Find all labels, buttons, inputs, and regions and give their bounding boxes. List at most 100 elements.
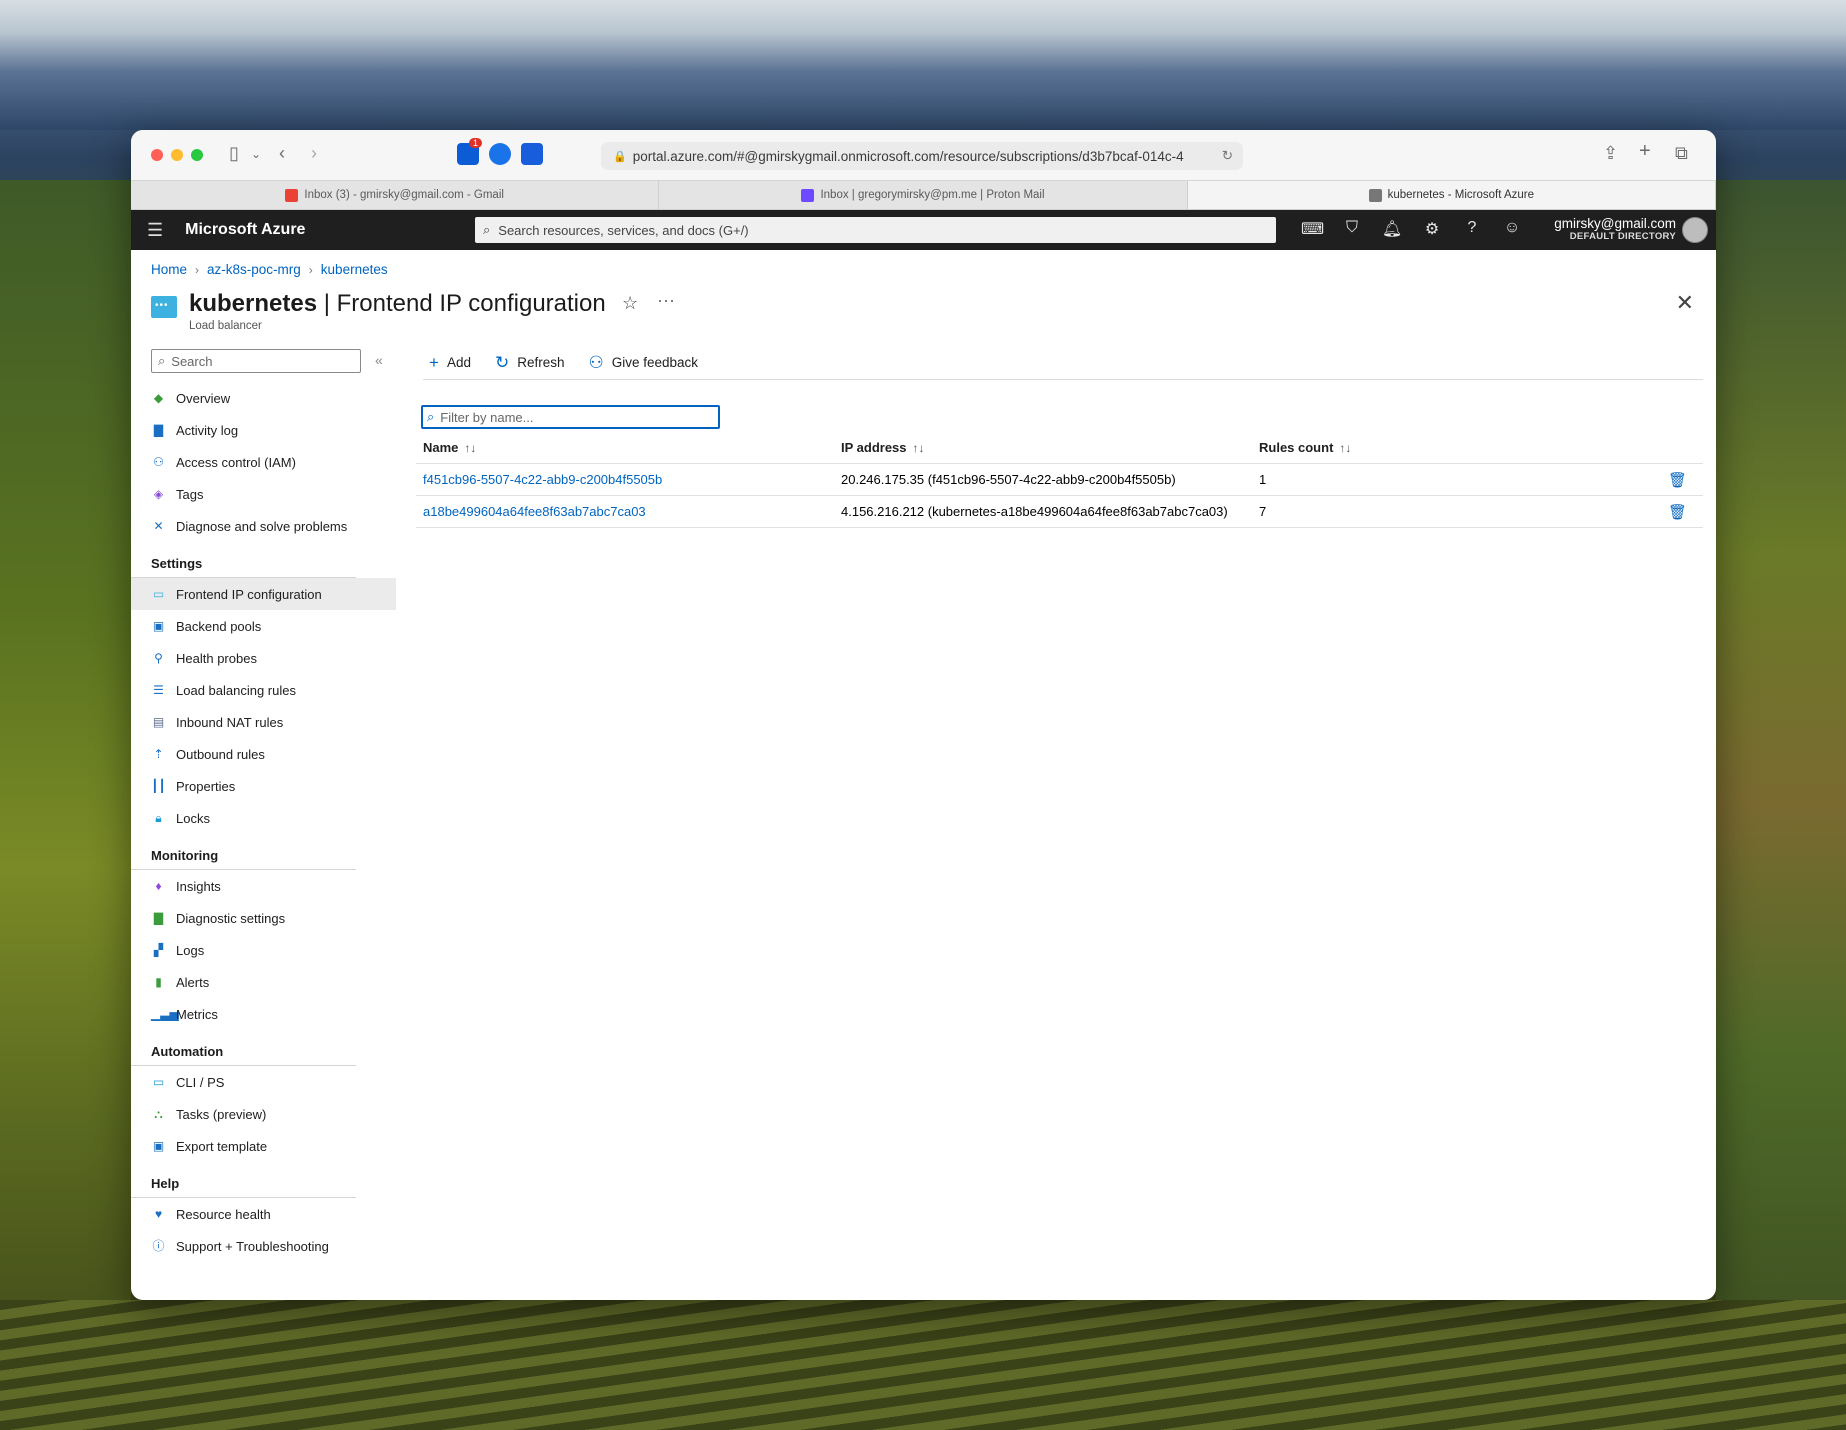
- iam-icon: ⚇: [153, 454, 164, 469]
- account-email: gmirsky@gmail.com: [1554, 216, 1676, 231]
- resource-menu: ◆ Overview ▇ Activity log ⚇ Access control …: [131, 382, 396, 1262]
- sidebar-item-outbound-rules[interactable]: ⇡ Outbound rules: [131, 738, 396, 770]
- page-title-resource: kubernetes: [189, 290, 318, 317]
- minimize-window-button[interactable]: [171, 149, 183, 161]
- sort-icon[interactable]: ↑↓: [913, 441, 925, 455]
- share-icon[interactable]: ⇪: [1603, 143, 1618, 164]
- sidebar-item-iam[interactable]: ⚇ Access control (IAM): [131, 446, 396, 478]
- tab-label: Inbox | gregorymirsky@pm.me | Proton Mai…: [820, 189, 1045, 201]
- frontend-ip-name-link[interactable]: f451cb96-5507-4c22-abb9-c200b4f5505b: [423, 472, 662, 487]
- plus-icon: +: [429, 352, 439, 372]
- sidebar-item-tasks[interactable]: ⛬ Tasks (preview): [131, 1098, 396, 1130]
- close-blade-icon[interactable]: ✕: [1676, 290, 1694, 316]
- sidebar-item-locks[interactable]: 🔒︎ Locks: [131, 802, 396, 834]
- sidebar-item-logs[interactable]: ▞ Logs: [131, 934, 396, 966]
- page-title: kubernetes | Frontend IP configuration: [189, 290, 606, 318]
- feedback-icon[interactable]: ☺: [1501, 219, 1523, 239]
- sidebar-item-label: Resource health: [176, 1206, 271, 1222]
- sort-icon[interactable]: ↑↓: [1339, 441, 1351, 455]
- sidebar-search-placeholder: Search: [171, 353, 213, 369]
- sidebar-item-label: Metrics: [176, 1006, 218, 1022]
- forward-icon[interactable]: ›: [311, 143, 317, 164]
- tab-proton-mail[interactable]: Inbox | gregorymirsky@pm.me | Proton Mai…: [659, 181, 1188, 209]
- filter-placeholder: Filter by name...: [440, 409, 534, 425]
- chevron-down-icon[interactable]: ⌄: [251, 147, 261, 161]
- metrics-chart-icon: ▁▃▅: [151, 1006, 179, 1021]
- sidebar-item-diagnostic-settings[interactable]: ▇ Diagnostic settings: [131, 902, 396, 934]
- help-icon[interactable]: ?: [1461, 219, 1483, 239]
- page-header: kubernetes | Frontend IP configuration L…: [151, 290, 606, 332]
- sidebar-toggle-icon[interactable]: ▯: [229, 143, 239, 164]
- column-header-name[interactable]: Name ↑↓: [416, 440, 834, 455]
- sidebar-item-backend-pools[interactable]: ▣ Backend pools: [131, 610, 396, 642]
- refresh-button[interactable]: ↻ Refresh: [495, 353, 565, 373]
- zoom-window-button[interactable]: [191, 149, 203, 161]
- sidebar-item-label: Tasks (preview): [176, 1106, 267, 1122]
- close-window-button[interactable]: [151, 149, 163, 161]
- settings-gear-icon[interactable]: ⚙: [1421, 219, 1443, 239]
- address-bar[interactable]: 🔒 portal.azure.com/#@gmirskygmail.onmicr…: [601, 142, 1243, 170]
- azure-brand[interactable]: Microsoft Azure: [185, 221, 305, 239]
- sort-icon[interactable]: ↑↓: [464, 441, 476, 455]
- reload-icon[interactable]: ↻: [1222, 148, 1233, 164]
- account-menu[interactable]: gmirsky@gmail.com DEFAULT DIRECTORY: [1554, 216, 1676, 242]
- menu-icon[interactable]: ☰: [147, 220, 163, 241]
- overview-icon: ◆: [153, 390, 164, 405]
- sidebar-item-alerts[interactable]: ▮ Alerts: [131, 966, 396, 998]
- sidebar-heading-help: Help: [131, 1176, 356, 1198]
- avatar[interactable]: [1682, 217, 1708, 243]
- sidebar-item-tags[interactable]: ◈ Tags: [131, 478, 396, 510]
- breadcrumb-home[interactable]: Home: [151, 262, 187, 277]
- sidebar-item-frontend-ip[interactable]: ▭ Frontend IP configuration: [131, 578, 396, 610]
- add-button[interactable]: + Add: [429, 353, 471, 373]
- global-search-input[interactable]: ⌕ Search resources, services, and docs (…: [475, 217, 1276, 243]
- rules-count-cell: 7: [1259, 504, 1267, 519]
- column-header-label: Name: [423, 440, 459, 455]
- favorite-star-icon[interactable]: ☆: [622, 293, 638, 314]
- directory-filter-icon[interactable]: ⛉: [1341, 219, 1363, 239]
- sidebar-item-overview[interactable]: ◆ Overview: [131, 382, 396, 414]
- sidebar-item-inbound-nat[interactable]: ▤ Inbound NAT rules: [131, 706, 396, 738]
- breadcrumb: Home › az-k8s-poc-mrg › kubernetes: [151, 262, 388, 277]
- extension-icon[interactable]: [489, 143, 511, 165]
- sidebar-item-resource-health[interactable]: ♥ Resource health: [131, 1198, 396, 1230]
- sidebar-item-export-template[interactable]: ▣ Export template: [131, 1130, 396, 1162]
- sidebar-item-diagnose[interactable]: ✕ Diagnose and solve problems: [131, 510, 396, 542]
- tab-azure[interactable]: kubernetes - Microsoft Azure: [1187, 181, 1716, 209]
- breadcrumb-resource[interactable]: kubernetes: [321, 262, 388, 277]
- frontend-ip-name-link[interactable]: a18be499604a64fee8f63ab7abc7ca03: [423, 504, 646, 519]
- inbound-nat-icon: ▤: [152, 714, 165, 729]
- collapse-sidebar-icon[interactable]: «: [375, 352, 383, 368]
- breadcrumb-resource-group[interactable]: az-k8s-poc-mrg: [207, 262, 301, 277]
- sidebar-item-cli-ps[interactable]: ▭ CLI / PS: [131, 1066, 396, 1098]
- delete-trash-icon[interactable]: 🗑︎: [1652, 471, 1703, 489]
- sidebar-item-metrics[interactable]: ▁▃▅ Metrics: [131, 998, 396, 1030]
- tab-overview-icon[interactable]: ⧉: [1675, 143, 1688, 164]
- tab-gmail[interactable]: Inbox (3) - gmirsky@gmail.com - Gmail: [131, 181, 660, 209]
- new-tab-icon[interactable]: +: [1639, 140, 1651, 163]
- back-icon[interactable]: ‹: [279, 143, 285, 164]
- backend-pools-icon: ▣: [152, 618, 165, 633]
- sidebar-item-health-probes[interactable]: ⚲ Health probes: [131, 642, 396, 674]
- table-row: a18be499604a64fee8f63ab7abc7ca03 4.156.2…: [416, 496, 1703, 528]
- export-template-icon: ▣: [152, 1138, 165, 1153]
- ip-address-cell: 4.156.216.212 (kubernetes-a18be499604a64…: [841, 504, 1228, 519]
- notifications-icon[interactable]: 🔔︎: [1381, 219, 1403, 239]
- more-options-icon[interactable]: ···: [657, 290, 675, 311]
- password-manager-icon[interactable]: [521, 143, 543, 165]
- sidebar-item-support[interactable]: ⓘ Support + Troubleshooting: [131, 1230, 396, 1262]
- sidebar-item-label: Load balancing rules: [176, 682, 296, 698]
- table-row: f451cb96-5507-4c22-abb9-c200b4f5505b 20.…: [416, 464, 1703, 496]
- column-header-ip-address[interactable]: IP address ↑↓: [834, 440, 1252, 455]
- sidebar-item-properties[interactable]: ┃┃ Properties: [131, 770, 396, 802]
- sidebar-item-activity-log[interactable]: ▇ Activity log: [131, 414, 396, 446]
- search-icon: ⌕: [158, 353, 166, 368]
- sidebar-item-lb-rules[interactable]: ☰ Load balancing rules: [131, 674, 396, 706]
- delete-trash-icon[interactable]: 🗑︎: [1652, 503, 1703, 521]
- cloud-shell-icon[interactable]: ⌨: [1301, 219, 1324, 239]
- column-header-rules-count[interactable]: Rules count ↑↓: [1252, 440, 1652, 455]
- filter-by-name-input[interactable]: ⌕ Filter by name...: [421, 405, 720, 429]
- sidebar-search-input[interactable]: ⌕ Search: [151, 349, 361, 373]
- sidebar-item-insights[interactable]: ♦ Insights: [131, 870, 396, 902]
- give-feedback-button[interactable]: ⚇ Give feedback: [589, 353, 699, 373]
